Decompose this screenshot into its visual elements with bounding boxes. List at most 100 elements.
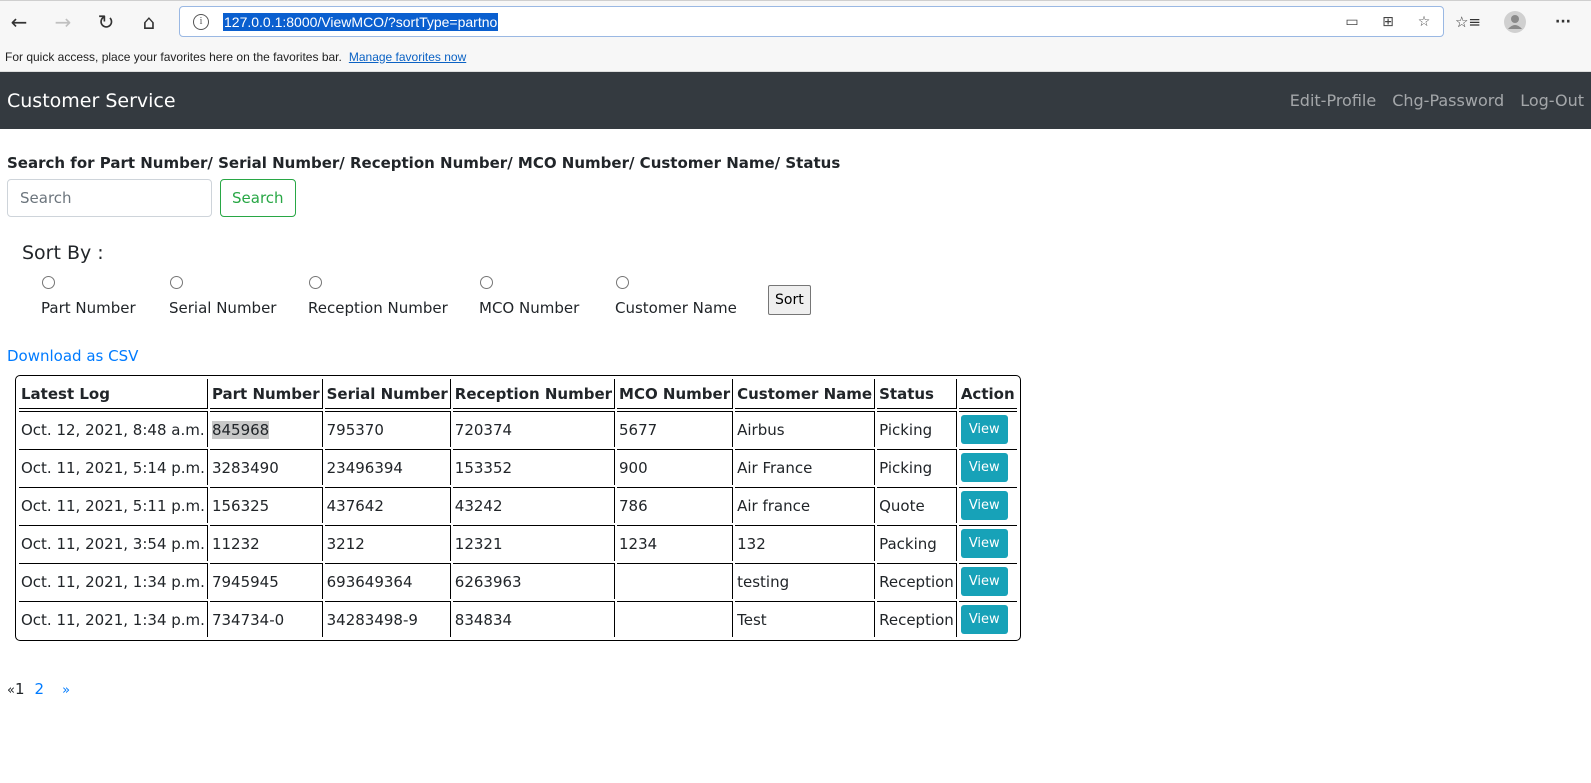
sort-button[interactable]: Sort xyxy=(768,285,811,315)
cell-serial-number: 3212 xyxy=(324,525,451,561)
view-button[interactable]: View xyxy=(960,529,1008,558)
view-button[interactable]: View xyxy=(960,453,1008,482)
cell-customer-name: 132 xyxy=(735,525,876,561)
sort-option-customer-name: Customer Name xyxy=(615,276,755,317)
sort-label-mco-number[interactable]: MCO Number xyxy=(479,299,579,317)
sort-radio-mco-number[interactable] xyxy=(480,276,493,289)
cell-part-number: 3283490 xyxy=(209,449,323,485)
refresh-icon[interactable]: ↻ xyxy=(90,6,122,38)
pagination-prev[interactable]: « xyxy=(7,683,15,698)
url-text[interactable]: 127.0.0.1:8000/ViewMCO/?sortType=partno xyxy=(223,12,499,31)
more-icon[interactable]: ··· xyxy=(1547,6,1579,38)
header-serial-number: Serial Number xyxy=(324,379,451,409)
sort-label-reception-number[interactable]: Reception Number xyxy=(308,299,448,317)
logout-link[interactable]: Log-Out xyxy=(1520,91,1584,110)
favorites-icon[interactable]: ☆≡ xyxy=(1452,6,1484,38)
cell-serial-number: 23496394 xyxy=(324,449,451,485)
pagination-current-page: 1 xyxy=(14,680,25,698)
cell-reception-number: 6263963 xyxy=(452,563,616,599)
cell-reception-number: 12321 xyxy=(452,525,616,561)
header-action: Action xyxy=(958,379,1017,409)
home-icon[interactable]: ⌂ xyxy=(133,6,165,38)
site-info-icon[interactable]: i xyxy=(193,13,209,30)
pagination-page-2[interactable]: 2 xyxy=(35,680,45,698)
download-csv-link[interactable]: Download as CSV xyxy=(7,347,138,365)
view-button[interactable]: View xyxy=(960,491,1008,520)
edit-profile-link[interactable]: Edit-Profile xyxy=(1290,91,1377,110)
cell-latest-log: Oct. 11, 2021, 3:54 p.m. xyxy=(19,525,208,561)
cell-reception-number: 153352 xyxy=(452,449,616,485)
cell-action: View xyxy=(958,449,1017,485)
cell-customer-name: Test xyxy=(735,601,876,637)
cell-status: Picking xyxy=(877,449,957,485)
view-button[interactable]: View xyxy=(960,567,1008,596)
search-button[interactable]: Search xyxy=(220,179,296,217)
cell-action: View xyxy=(958,411,1017,447)
cell-status: Picking xyxy=(877,411,957,447)
table-row: Oct. 11, 2021, 3:54 p.m. 11232 3212 12321 12… xyxy=(19,525,1017,561)
device-icon[interactable]: ▭ xyxy=(1341,11,1363,33)
cell-latest-log: Oct. 11, 2021, 1:34 p.m. xyxy=(19,563,208,599)
sort-options: Part Number Serial Number Reception Numb… xyxy=(41,276,1584,324)
cell-action: View xyxy=(958,601,1017,637)
table-row: Oct. 11, 2021, 1:34 p.m. 7945945 693649364… xyxy=(19,563,1017,599)
cell-customer-name: Air france xyxy=(735,487,876,523)
search-input[interactable] xyxy=(7,179,212,217)
cell-reception-number: 43242 xyxy=(452,487,616,523)
cell-mco-number: 1234 xyxy=(617,525,734,561)
view-button[interactable]: View xyxy=(960,415,1008,444)
cell-status: Packing xyxy=(877,525,957,561)
header-part-number: Part Number xyxy=(209,379,323,409)
cell-latest-log: Oct. 11, 2021, 5:11 p.m. xyxy=(19,487,208,523)
sort-radio-part-number[interactable] xyxy=(42,276,55,289)
back-icon[interactable]: ← xyxy=(3,6,35,38)
search-form: Search xyxy=(7,179,1584,217)
sort-option-serial-number: Serial Number xyxy=(169,276,308,317)
table-row: Oct. 11, 2021, 5:11 p.m. 156325 437642 4324… xyxy=(19,487,1017,523)
cell-serial-number: 693649364 xyxy=(324,563,451,599)
navbar: Customer Service Edit-Profile Chg-Passwo… xyxy=(0,72,1591,129)
brand[interactable]: Customer Service xyxy=(7,90,176,112)
sort-label-part-number[interactable]: Part Number xyxy=(41,299,136,317)
profile-avatar-icon[interactable] xyxy=(1499,6,1531,38)
cell-part-number: 11232 xyxy=(209,525,323,561)
mco-table: Latest Log Part Number Serial Number Rec… xyxy=(17,377,1019,639)
pagination: « 1 2 » xyxy=(7,680,1584,698)
cell-part-number: 845968 xyxy=(209,411,323,447)
nav-links: Edit-Profile Chg-Password Log-Out xyxy=(1290,91,1584,110)
table-row: Oct. 11, 2021, 5:14 p.m. 3283490 23496394 1… xyxy=(19,449,1017,485)
add-favorite-icon[interactable]: ☆ xyxy=(1413,11,1435,33)
header-mco-number: MCO Number xyxy=(617,379,734,409)
selected-text: 845968 xyxy=(211,420,270,439)
cell-part-number: 7945945 xyxy=(209,563,323,599)
sort-option-mco-number: MCO Number xyxy=(479,276,615,317)
favorites-bar-text: For quick access, place your favorites h… xyxy=(5,49,342,64)
manage-favorites-link[interactable]: Manage favorites now xyxy=(349,50,466,64)
cell-part-number: 156325 xyxy=(209,487,323,523)
sort-title: Sort By : xyxy=(22,242,104,264)
cell-action: View xyxy=(958,487,1017,523)
cell-reception-number: 834834 xyxy=(452,601,616,637)
change-password-link[interactable]: Chg-Password xyxy=(1392,91,1504,110)
cell-mco-number xyxy=(617,563,734,599)
cell-mco-number: 5677 xyxy=(617,411,734,447)
sort-label-serial-number[interactable]: Serial Number xyxy=(169,299,276,317)
address-bar[interactable]: i 127.0.0.1:8000/ViewMCO/?sortType=partn… xyxy=(179,6,1444,37)
cell-action: View xyxy=(958,563,1017,599)
cell-status: Quote xyxy=(877,487,957,523)
cell-reception-number: 720374 xyxy=(452,411,616,447)
sort-radio-serial-number[interactable] xyxy=(170,276,183,289)
cell-serial-number: 34283498-9 xyxy=(324,601,451,637)
cell-mco-number: 900 xyxy=(617,449,734,485)
apps-icon[interactable]: ⊞ xyxy=(1377,11,1399,33)
sort-radio-reception-number[interactable] xyxy=(309,276,322,289)
view-button[interactable]: View xyxy=(960,605,1008,634)
table-header-row: Latest Log Part Number Serial Number Rec… xyxy=(19,379,1017,409)
sort-label-customer-name[interactable]: Customer Name xyxy=(615,299,737,317)
sort-radio-customer-name[interactable] xyxy=(616,276,629,289)
favorites-bar: For quick access, place your favorites h… xyxy=(0,42,1591,72)
pagination-next[interactable]: » xyxy=(62,683,70,698)
cell-serial-number: 437642 xyxy=(324,487,451,523)
forward-icon[interactable]: → xyxy=(47,6,79,38)
cell-latest-log: Oct. 12, 2021, 8:48 a.m. xyxy=(19,411,208,447)
